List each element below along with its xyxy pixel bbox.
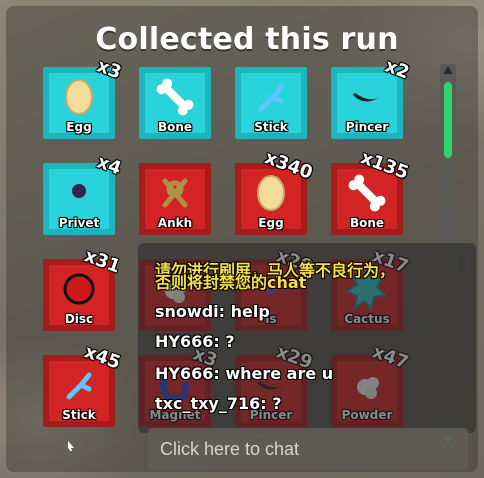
item-slot[interactable]: Egg x3	[43, 56, 124, 139]
item-slot[interactable]: Ankh	[139, 163, 211, 235]
item-label: Stick	[62, 408, 96, 422]
item-slot[interactable]: Stick x45	[43, 341, 123, 427]
item-label: Privet	[58, 216, 100, 230]
item-slot[interactable]: Bone	[139, 67, 211, 139]
item-slot[interactable]: Disc x31	[43, 245, 123, 331]
item-label: Egg	[258, 216, 284, 230]
chat-scrollbar[interactable]	[457, 252, 467, 430]
chat-message: 否则将封禁您的chat	[155, 273, 307, 292]
scrollbar-thumb[interactable]	[444, 82, 452, 158]
item-slot[interactable]: Stick	[235, 67, 307, 139]
item-label: Egg	[66, 120, 92, 134]
item-label: Bone	[157, 120, 193, 134]
chat-input-placeholder: Click here to chat	[160, 439, 300, 459]
scroll-up-icon[interactable]	[443, 66, 453, 74]
chat-message: snowdi: help	[155, 302, 270, 321]
chat-message: txc_txy_716: ?	[155, 394, 282, 413]
item-label: Stick	[254, 120, 288, 134]
item-label: Pincer	[345, 120, 389, 134]
chat-input[interactable]: Click here to chat	[148, 428, 468, 470]
item-label: Bone	[349, 216, 385, 230]
item-slot[interactable]: Pincer x2	[331, 56, 412, 139]
item-slot[interactable]: Egg x340	[235, 147, 315, 235]
chat-panel: 请勿进行刷屏，马人等不良行为， 否则将封禁您的chat snowdi: help…	[138, 243, 476, 433]
chat-message: HY666: where are u	[155, 364, 334, 383]
item-slot[interactable]: Privet x4	[43, 152, 124, 235]
mouse-cursor-icon	[68, 441, 74, 451]
item-label: Disc	[64, 312, 94, 326]
item-slot[interactable]: Bone x135	[331, 147, 411, 235]
page-title: Collected this run	[95, 22, 399, 57]
item-label: Ankh	[157, 216, 193, 230]
chat-message: HY666: ?	[155, 332, 235, 351]
